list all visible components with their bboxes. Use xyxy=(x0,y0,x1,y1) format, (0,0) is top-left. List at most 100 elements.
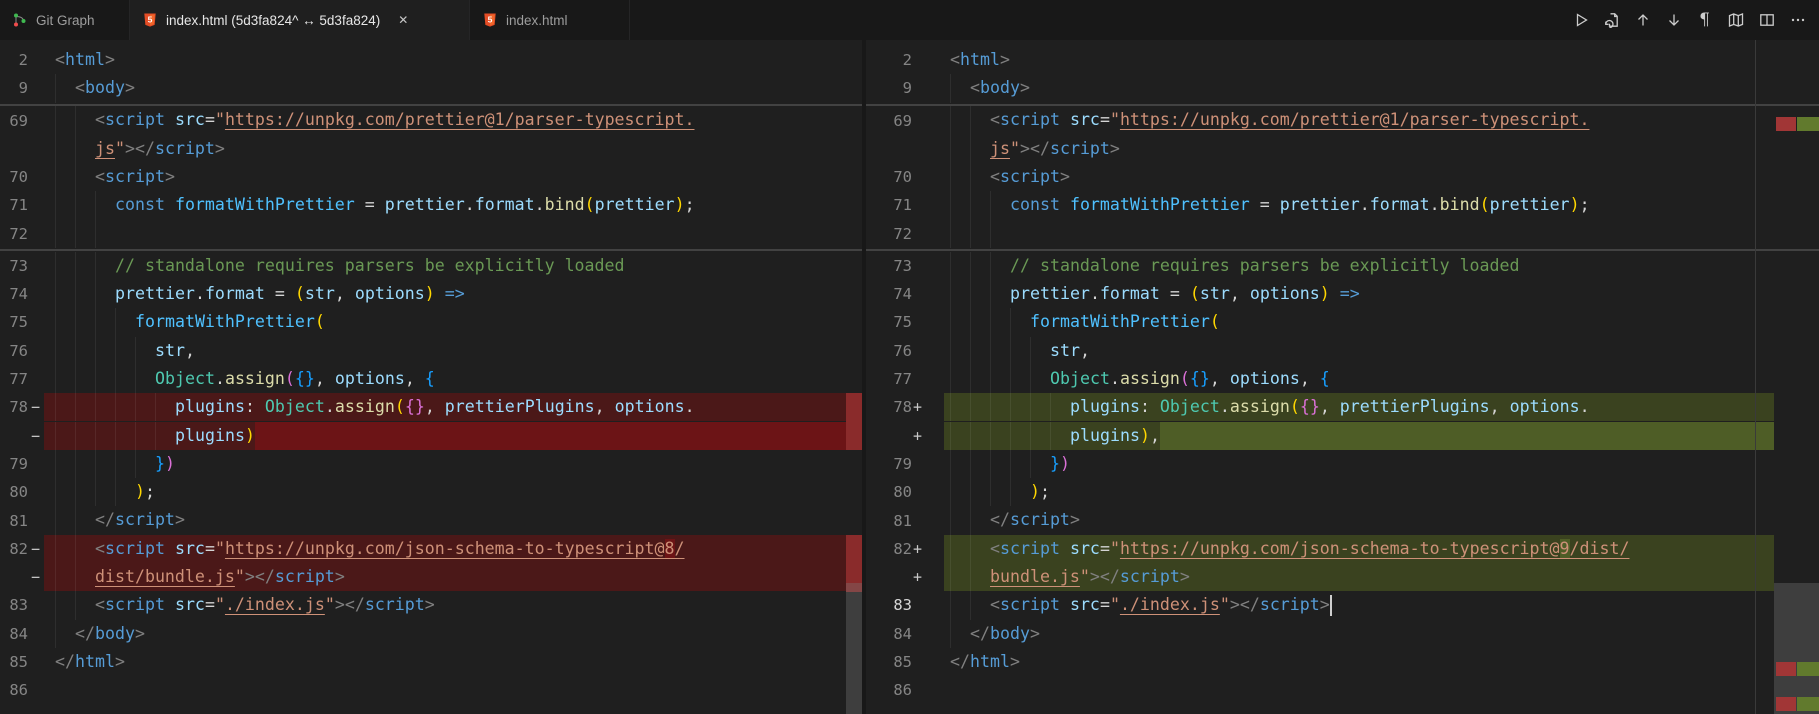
indent-guide xyxy=(135,450,136,478)
code-line-85[interactable]: 85</html> xyxy=(0,648,862,676)
code-line-wrap[interactable]: js"></script> xyxy=(866,135,1819,163)
code-line-70[interactable]: 70<script> xyxy=(0,163,862,191)
overview-ruler-mark xyxy=(1776,117,1796,131)
code-line-75[interactable]: 75formatWithPrettier( xyxy=(866,308,1819,336)
code-text: <script src="https://unpkg.com/json-sche… xyxy=(95,535,685,563)
code-line-84[interactable]: 84</body> xyxy=(0,620,862,648)
indent-guide xyxy=(55,450,56,478)
code-text: <body> xyxy=(970,74,1030,102)
code-line-85[interactable]: 85</html> xyxy=(866,648,1819,676)
code-line-2[interactable]: 2<html> xyxy=(0,46,862,74)
code-line-9[interactable]: 9<body> xyxy=(0,74,862,102)
code-line-86[interactable]: 86 xyxy=(0,676,862,704)
code-line-77[interactable]: 77Object.assign({}, options, { xyxy=(866,365,1819,393)
code-line-72[interactable]: 72 xyxy=(0,220,862,248)
diff-modified-pane[interactable]: 2<html>9 <body> 69<script src="https://unp… xyxy=(866,40,1819,714)
indent-guide xyxy=(55,478,56,506)
indent-guide xyxy=(970,422,971,450)
indent-guide xyxy=(115,450,116,478)
code-line-79[interactable]: 79}) xyxy=(866,450,1819,478)
code-line-73[interactable]: 73// standalone requires parsers be expl… xyxy=(866,252,1819,280)
code-line-76[interactable]: 76str, xyxy=(866,337,1819,365)
code-line-wrap[interactable]: js"></script> xyxy=(0,135,862,163)
next-change-button[interactable] xyxy=(1658,6,1689,34)
code-line-9[interactable]: 9 <body> xyxy=(866,74,1819,102)
tab-index.html[interactable]: 5index.html xyxy=(470,0,630,40)
tab-git[interactable]: Git Graph xyxy=(0,0,130,40)
code-line-81[interactable]: 81</script> xyxy=(0,506,862,534)
line-number: 79 xyxy=(0,450,28,478)
code-line-86[interactable]: 86 xyxy=(866,676,1819,704)
code-line-78[interactable]: 78−plugins: Object.assign({}, prettierPl… xyxy=(0,393,862,421)
code-line-81[interactable]: 81</script> xyxy=(866,506,1819,534)
diff-removed-marker: − xyxy=(31,535,40,563)
code-line-83[interactable]: 83<script src="./index.js"></script> xyxy=(866,591,1819,619)
code-line-wrap[interactable]: +bundle.js"></script> xyxy=(866,563,1819,591)
code-line-80[interactable]: 80); xyxy=(0,478,862,506)
code-line-74[interactable]: 74prettier.format = (str, options) => xyxy=(866,280,1819,308)
indent-guide xyxy=(95,393,96,421)
code-line-70[interactable]: 70<script> xyxy=(866,163,1819,191)
indent-guide xyxy=(75,450,76,478)
diff-added-marker: + xyxy=(913,422,922,450)
code-line-82[interactable]: 82−<script src="https://unpkg.com/json-s… xyxy=(0,535,862,563)
previous-change-button[interactable] xyxy=(1627,6,1658,34)
indent-guide xyxy=(75,280,76,308)
indent-guide xyxy=(75,106,76,134)
code-line-69[interactable]: 69<script src="https://unpkg.com/prettie… xyxy=(0,106,862,134)
code-line-72[interactable]: 72 xyxy=(866,220,1819,248)
more-actions-button[interactable] xyxy=(1782,6,1813,34)
split-editor-button[interactable] xyxy=(1751,6,1782,34)
line-number: 69 xyxy=(866,106,912,134)
code-line-75[interactable]: 75formatWithPrettier( xyxy=(0,308,862,336)
indent-guide xyxy=(970,135,971,163)
code-line-84[interactable]: 84</body> xyxy=(866,620,1819,648)
indent-guide xyxy=(95,220,96,248)
code-line-79[interactable]: 79}) xyxy=(0,450,862,478)
indent-guide xyxy=(55,220,56,248)
toggle-whitespace-button[interactable]: ¶ xyxy=(1689,6,1720,34)
indent-guide xyxy=(95,191,96,219)
scrollbar-slider[interactable] xyxy=(846,583,862,714)
open-file-button[interactable] xyxy=(1596,6,1627,34)
code-line-73[interactable]: 73// standalone requires parsers be expl… xyxy=(0,252,862,280)
link-text: ./index.js xyxy=(225,595,325,614)
code-line-82[interactable]: 82+<script src="https://unpkg.com/json-s… xyxy=(866,535,1819,563)
tab-index.html[interactable]: 5index.html (5d3fa824^ ↔ 5d3fa824)✕ xyxy=(130,0,470,40)
indent-guide xyxy=(950,163,951,191)
indent-guide xyxy=(970,506,971,534)
close-icon[interactable]: ✕ xyxy=(398,14,408,26)
code-line-76[interactable]: 76str, xyxy=(0,337,862,365)
indent-guide xyxy=(1030,393,1031,421)
link-text: https://unpkg.com/prettier@1/parser-type… xyxy=(1120,110,1590,129)
code-line-78[interactable]: 78+plugins: Object.assign({}, prettierPl… xyxy=(866,393,1819,421)
code-text: </script> xyxy=(990,506,1080,534)
line-number: 73 xyxy=(866,252,912,280)
indent-guide xyxy=(135,422,136,450)
indent-guide xyxy=(950,74,951,102)
scrollbar-slider[interactable] xyxy=(1774,583,1819,714)
run-button[interactable] xyxy=(1565,6,1596,34)
code-line-wrap[interactable]: +plugins), xyxy=(866,422,1819,450)
indent-guide xyxy=(970,252,971,280)
split-editor-icon xyxy=(1759,12,1775,28)
code-line-wrap[interactable]: −plugins) xyxy=(0,422,862,450)
line-number: 75 xyxy=(866,308,912,336)
code-text: <script> xyxy=(990,163,1070,191)
code-line-80[interactable]: 80); xyxy=(866,478,1819,506)
diff-original-pane[interactable]: 2<html>9<body> 69<script src="https://unp… xyxy=(0,40,862,714)
line-number: 78 xyxy=(0,393,28,421)
code-line-71[interactable]: 71const formatWithPrettier = prettier.fo… xyxy=(0,191,862,219)
line-number: 74 xyxy=(0,280,28,308)
map-button[interactable] xyxy=(1720,6,1751,34)
indent-guide xyxy=(950,106,951,134)
code-line-69[interactable]: 69<script src="https://unpkg.com/prettie… xyxy=(866,106,1819,134)
code-line-83[interactable]: 83<script src="./index.js"></script> xyxy=(0,591,862,619)
indent-guide xyxy=(950,478,951,506)
code-line-77[interactable]: 77Object.assign({}, options, { xyxy=(0,365,862,393)
code-line-71[interactable]: 71const formatWithPrettier = prettier.fo… xyxy=(866,191,1819,219)
code-line-2[interactable]: 2<html> xyxy=(866,46,1819,74)
line-number: 9 xyxy=(866,74,912,102)
code-line-74[interactable]: 74prettier.format = (str, options) => xyxy=(0,280,862,308)
code-line-wrap[interactable]: −dist/bundle.js"></script> xyxy=(0,563,862,591)
